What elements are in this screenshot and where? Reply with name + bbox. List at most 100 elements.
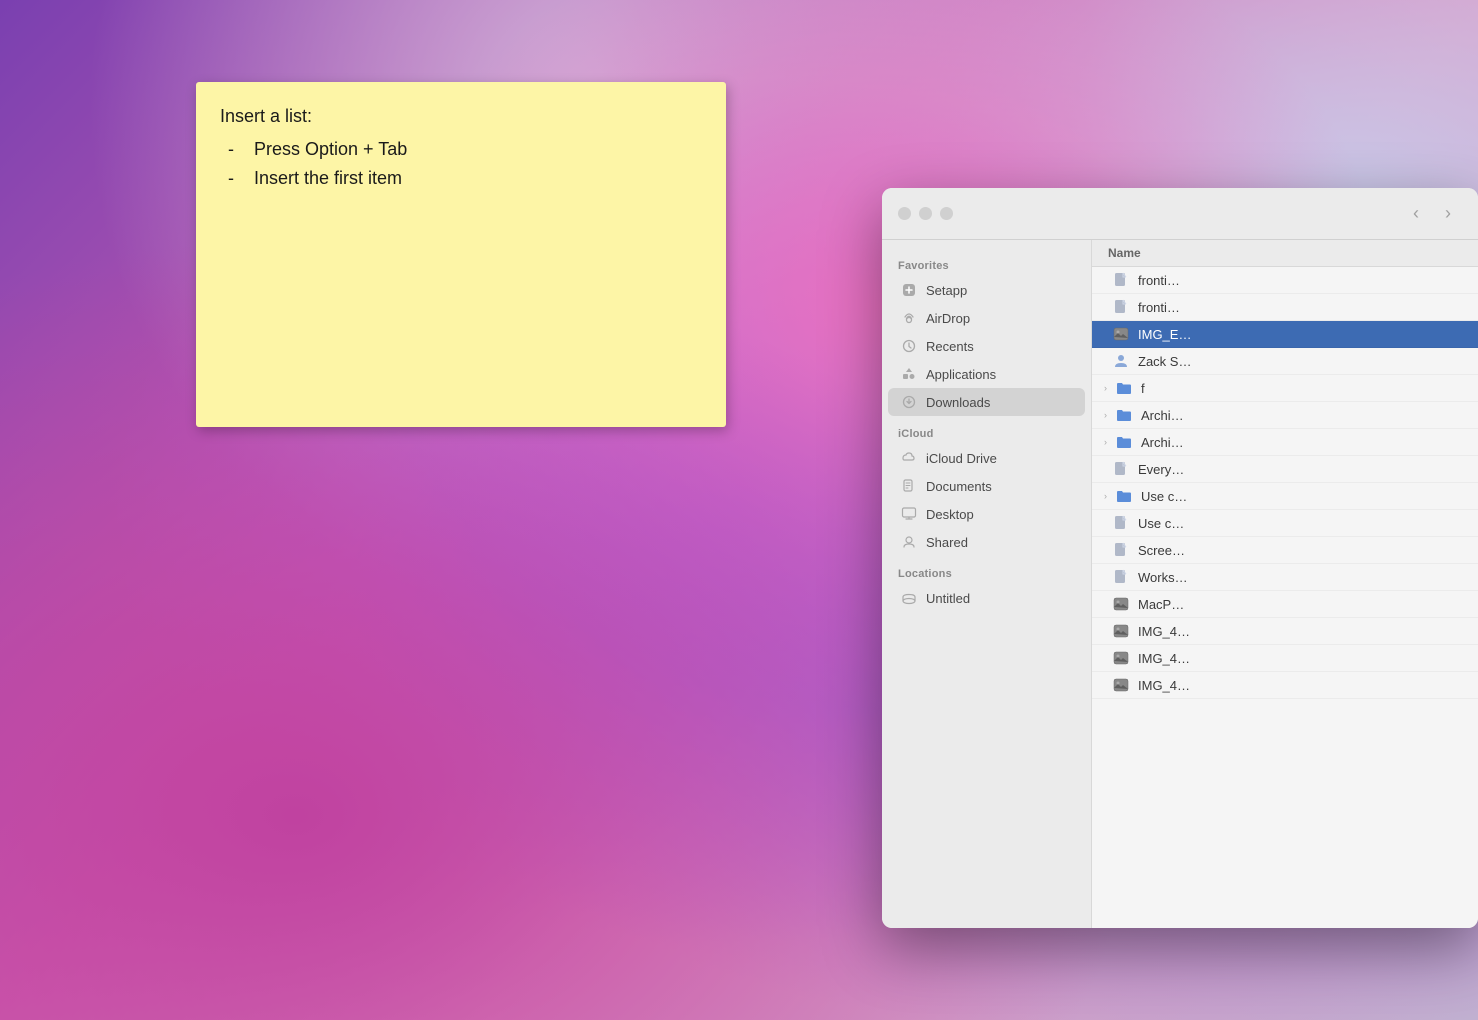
documents-icon	[900, 477, 918, 495]
file-rows: fronti… fronti… IMG_E… Zack S…› f› Archi…	[1092, 267, 1478, 699]
note-dash-2: -	[228, 164, 234, 193]
sidebar-item-recents[interactable]: Recents	[888, 332, 1085, 360]
file-list-panel: Name fronti… fronti… IMG_E… Zack S…› f› …	[1092, 240, 1478, 928]
sidebar-item-setapp[interactable]: Setapp	[888, 276, 1085, 304]
file-item[interactable]: Works…	[1092, 564, 1478, 591]
file-type-icon	[1112, 568, 1130, 586]
file-name: MacP…	[1138, 597, 1184, 612]
desktop-label: Desktop	[926, 507, 974, 522]
forward-button[interactable]: ›	[1434, 200, 1462, 228]
note-item-2: - Insert the first item	[228, 164, 702, 193]
file-item[interactable]: › Use c…	[1092, 483, 1478, 510]
file-item[interactable]: IMG_4…	[1092, 672, 1478, 699]
note-text-2: Insert the first item	[254, 164, 402, 193]
sidebar-item-desktop[interactable]: Desktop	[888, 500, 1085, 528]
close-button[interactable]	[898, 207, 911, 220]
airdrop-icon	[900, 309, 918, 327]
file-name: Scree…	[1138, 543, 1185, 558]
maximize-button[interactable]	[940, 207, 953, 220]
file-name: Every…	[1138, 462, 1184, 477]
chevron-icon: ›	[1104, 437, 1107, 447]
chevron-icon: ›	[1104, 491, 1107, 501]
sidebar-item-airdrop[interactable]: AirDrop	[888, 304, 1085, 332]
file-item[interactable]: Every…	[1092, 456, 1478, 483]
chevron-icon: ›	[1104, 410, 1107, 420]
documents-label: Documents	[926, 479, 992, 494]
file-type-icon	[1112, 595, 1130, 613]
file-type-icon	[1112, 352, 1130, 370]
file-item[interactable]: IMG_4…	[1092, 645, 1478, 672]
recents-icon	[900, 337, 918, 355]
sidebar-item-downloads[interactable]: Downloads	[888, 388, 1085, 416]
recents-label: Recents	[926, 339, 974, 354]
applications-icon	[900, 365, 918, 383]
file-item[interactable]: MacP…	[1092, 591, 1478, 618]
file-type-icon	[1112, 325, 1130, 343]
file-name: fronti…	[1138, 300, 1180, 315]
back-button[interactable]: ‹	[1402, 200, 1430, 228]
file-item[interactable]: › f	[1092, 375, 1478, 402]
untitled-label: Untitled	[926, 591, 970, 606]
applications-label: Applications	[926, 367, 996, 382]
shared-label: Shared	[926, 535, 968, 550]
file-type-icon	[1112, 514, 1130, 532]
file-type-icon	[1115, 379, 1133, 397]
file-item[interactable]: IMG_E…	[1092, 321, 1478, 348]
file-name: Works…	[1138, 570, 1188, 585]
file-item[interactable]: IMG_4…	[1092, 618, 1478, 645]
file-item[interactable]: Scree…	[1092, 537, 1478, 564]
file-name: Archi…	[1141, 408, 1184, 423]
sticky-note: Insert a list: - Press Option + Tab - In…	[196, 82, 726, 427]
setapp-icon	[900, 281, 918, 299]
file-item[interactable]: fronti…	[1092, 267, 1478, 294]
note-text-1: Press Option + Tab	[254, 135, 407, 164]
file-name: IMG_4…	[1138, 651, 1190, 666]
file-type-icon	[1112, 649, 1130, 667]
sidebar-item-applications[interactable]: Applications	[888, 360, 1085, 388]
nav-buttons: ‹ ›	[1402, 200, 1462, 228]
setapp-label: Setapp	[926, 283, 967, 298]
file-type-icon	[1112, 460, 1130, 478]
drive-icon	[900, 589, 918, 607]
finder-window: ‹ › Favorites Setapp	[882, 188, 1478, 928]
file-name: Archi…	[1141, 435, 1184, 450]
finder-content: Favorites Setapp	[882, 240, 1478, 928]
file-name: Use c…	[1138, 516, 1184, 531]
file-name: IMG_4…	[1138, 678, 1190, 693]
file-type-icon	[1115, 406, 1133, 424]
downloads-label: Downloads	[926, 395, 990, 410]
sidebar-section-locations: Locations	[882, 556, 1091, 584]
sidebar-section-favorites: Favorites	[882, 248, 1091, 276]
file-item[interactable]: Use c…	[1092, 510, 1478, 537]
sidebar-item-untitled[interactable]: Untitled	[888, 584, 1085, 612]
shared-icon	[900, 533, 918, 551]
note-dash-1: -	[228, 135, 234, 164]
file-item[interactable]: › Archi…	[1092, 429, 1478, 456]
sidebar-section-icloud: iCloud	[882, 416, 1091, 444]
file-list-header: Name	[1092, 240, 1478, 267]
file-type-icon	[1115, 487, 1133, 505]
icloud-drive-icon	[900, 449, 918, 467]
file-name: Zack S…	[1138, 354, 1191, 369]
file-type-icon	[1112, 271, 1130, 289]
title-bar: ‹ ›	[882, 188, 1478, 240]
file-type-icon	[1112, 622, 1130, 640]
sidebar-item-documents[interactable]: Documents	[888, 472, 1085, 500]
file-type-icon	[1115, 433, 1133, 451]
file-item[interactable]: Zack S…	[1092, 348, 1478, 375]
file-name: IMG_E…	[1138, 327, 1191, 342]
downloads-icon	[900, 393, 918, 411]
traffic-lights	[898, 207, 953, 220]
file-item[interactable]: fronti…	[1092, 294, 1478, 321]
sidebar-item-icloud-drive[interactable]: iCloud Drive	[888, 444, 1085, 472]
note-item-1: - Press Option + Tab	[228, 135, 702, 164]
file-type-icon	[1112, 298, 1130, 316]
icloud-drive-label: iCloud Drive	[926, 451, 997, 466]
desktop-icon	[900, 505, 918, 523]
file-item[interactable]: › Archi…	[1092, 402, 1478, 429]
note-title: Insert a list:	[220, 102, 702, 131]
file-name: f	[1141, 381, 1145, 396]
file-type-icon	[1112, 676, 1130, 694]
sidebar-item-shared[interactable]: Shared	[888, 528, 1085, 556]
minimize-button[interactable]	[919, 207, 932, 220]
